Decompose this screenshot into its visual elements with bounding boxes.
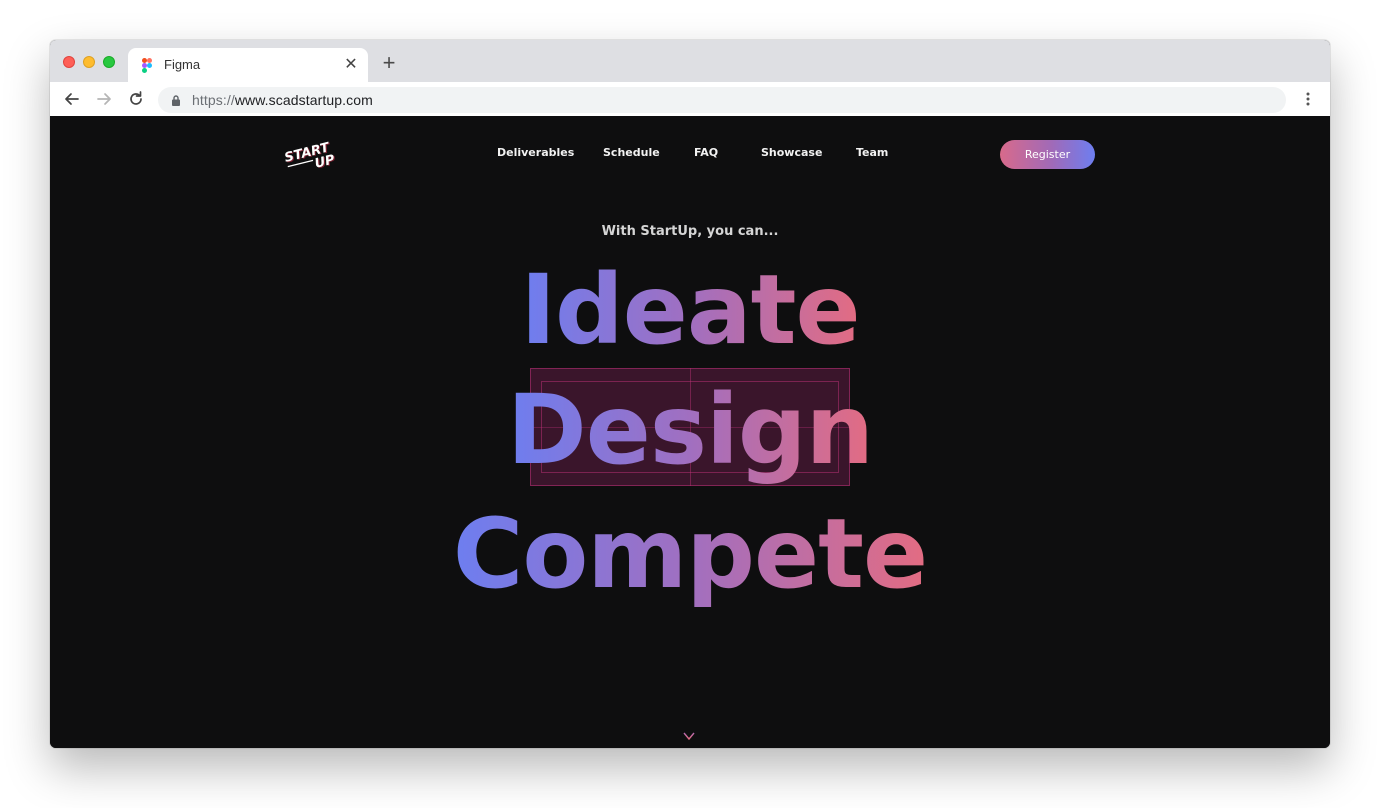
minimize-window-button[interactable]: [83, 56, 95, 68]
hero-word-design: Design: [50, 382, 1330, 478]
address-bar[interactable]: https://www.scadstartup.com: [158, 87, 1286, 113]
hero-word-text: Compete: [452, 498, 928, 610]
new-tab-button[interactable]: +: [380, 52, 398, 74]
forward-icon[interactable]: [94, 89, 114, 109]
scroll-down-arrow-icon[interactable]: [681, 706, 697, 742]
maximize-window-button[interactable]: [103, 56, 115, 68]
browser-tab[interactable]: Figma ✕: [128, 48, 368, 82]
startup-logo[interactable]: START START UP UP: [284, 138, 344, 174]
close-window-button[interactable]: [63, 56, 75, 68]
hero-word-ideate: Ideate: [50, 262, 1330, 358]
nav-team[interactable]: Team: [856, 146, 888, 159]
reload-icon[interactable]: [126, 89, 146, 109]
tab-title: Figma: [164, 57, 201, 72]
browser-menu-icon[interactable]: [1300, 91, 1316, 107]
tab-bar: Figma ✕ +: [50, 40, 1330, 82]
lock-icon: [172, 95, 180, 106]
register-button[interactable]: Register: [1000, 140, 1095, 169]
browser-window: Figma ✕ + https://www.scadstartup.com ST…: [50, 40, 1330, 748]
hero-word-compete: Compete: [50, 506, 1330, 602]
hero-word-text: Design: [507, 374, 874, 486]
nav-schedule[interactable]: Schedule: [603, 146, 660, 159]
nav-faq[interactable]: FAQ: [694, 146, 718, 159]
url-scheme: https://: [192, 92, 235, 108]
nav-deliverables[interactable]: Deliverables: [497, 146, 574, 159]
browser-toolbar: https://www.scadstartup.com: [50, 82, 1330, 117]
nav-showcase[interactable]: Showcase: [761, 146, 822, 159]
back-icon[interactable]: [62, 89, 82, 109]
figma-icon: [142, 58, 152, 73]
url-text: https://www.scadstartup.com: [192, 92, 373, 108]
url-host: www.scadstartup.com: [234, 92, 373, 108]
close-tab-icon[interactable]: ✕: [344, 57, 358, 73]
website-page: START START UP UP Deliverables Schedule …: [50, 116, 1330, 748]
hero-word-text: Ideate: [520, 254, 860, 366]
hero-tagline: With StartUp, you can...: [601, 224, 779, 239]
